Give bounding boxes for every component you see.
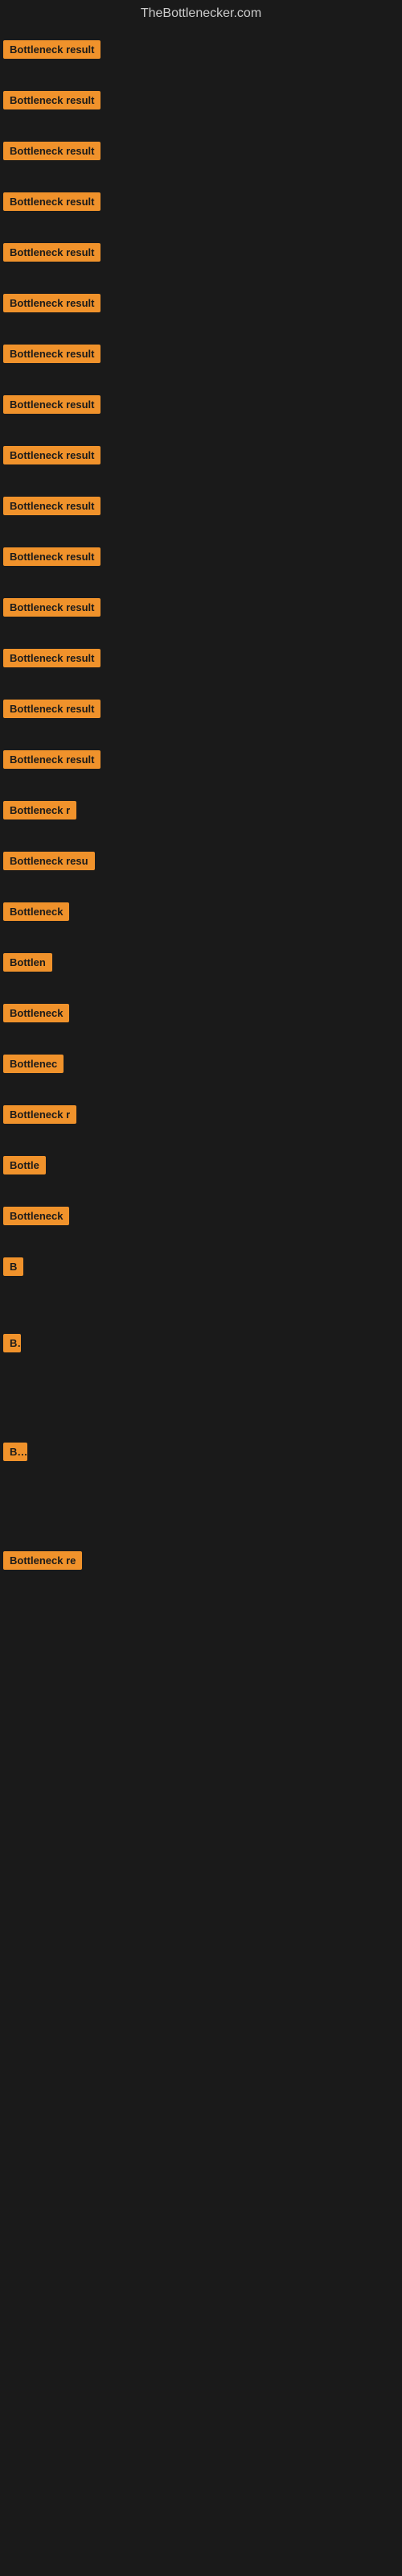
bottleneck-row-20: Bottleneck [0,999,402,1027]
bottleneck-badge-13[interactable]: Bottleneck result [3,649,100,667]
site-title: TheBottlenecker.com [0,0,402,27]
bottleneck-badge-8[interactable]: Bottleneck result [3,395,100,414]
bottleneck-badge-26[interactable]: B [3,1334,21,1352]
bottleneck-row-27: Bo [0,1438,402,1466]
bottleneck-badge-28[interactable]: Bottleneck re [3,1551,82,1570]
bottleneck-row-9: Bottleneck result [0,441,402,469]
bottleneck-badge-17[interactable]: Bottleneck resu [3,852,95,870]
bottleneck-badge-9[interactable]: Bottleneck result [3,446,100,464]
page-container: TheBottlenecker.com Bottleneck resultBot… [0,0,402,1575]
bottleneck-row-15: Bottleneck result [0,745,402,774]
bottleneck-row-17: Bottleneck resu [0,847,402,875]
bottleneck-badge-5[interactable]: Bottleneck result [3,243,100,262]
bottleneck-row-11: Bottleneck result [0,543,402,571]
bottleneck-row-16: Bottleneck r [0,796,402,824]
bottleneck-row-7: Bottleneck result [0,340,402,368]
bottleneck-row-21: Bottlenec [0,1050,402,1078]
rows-container: Bottleneck result Bottleneck result Bottle… [0,35,402,1575]
bottleneck-badge-6[interactable]: Bottleneck result [3,294,100,312]
bottleneck-row-6: Bottleneck result [0,289,402,317]
bottleneck-badge-4[interactable]: Bottleneck result [3,192,100,211]
bottleneck-row-23: Bottle [0,1151,402,1179]
bottleneck-badge-20[interactable]: Bottleneck [3,1004,69,1022]
bottleneck-badge-19[interactable]: Bottlen [3,953,52,972]
bottleneck-row-12: Bottleneck result [0,593,402,621]
bottleneck-badge-14[interactable]: Bottleneck result [3,700,100,718]
bottleneck-row-4: Bottleneck result [0,188,402,216]
bottleneck-badge-21[interactable]: Bottlenec [3,1055,64,1073]
bottleneck-badge-3[interactable]: Bottleneck result [3,142,100,160]
bottleneck-badge-22[interactable]: Bottleneck r [3,1105,76,1124]
bottleneck-badge-7[interactable]: Bottleneck result [3,345,100,363]
bottleneck-row-2: Bottleneck result [0,86,402,114]
bottleneck-row-5: Bottleneck result [0,238,402,266]
bottleneck-row-24: Bottleneck [0,1202,402,1230]
bottleneck-badge-18[interactable]: Bottleneck [3,902,69,921]
bottleneck-badge-23[interactable]: Bottle [3,1156,46,1174]
bottleneck-row-18: Bottleneck [0,898,402,926]
bottleneck-badge-25[interactable]: B [3,1257,23,1276]
bottleneck-row-28: Bottleneck re [0,1546,402,1575]
bottleneck-row-26: B [0,1329,402,1357]
bottleneck-badge-11[interactable]: Bottleneck result [3,547,100,566]
bottleneck-row-14: Bottleneck result [0,695,402,723]
bottleneck-badge-1[interactable]: Bottleneck result [3,40,100,59]
bottleneck-badge-15[interactable]: Bottleneck result [3,750,100,769]
bottleneck-row-8: Bottleneck result [0,390,402,419]
bottleneck-badge-12[interactable]: Bottleneck result [3,598,100,617]
bottleneck-row-3: Bottleneck result [0,137,402,165]
bottleneck-row-13: Bottleneck result [0,644,402,672]
bottleneck-row-22: Bottleneck r [0,1100,402,1129]
bottleneck-row-10: Bottleneck result [0,492,402,520]
bottleneck-row-25: B [0,1253,402,1281]
bottleneck-row-19: Bottlen [0,948,402,976]
bottleneck-badge-27[interactable]: Bo [3,1443,27,1461]
bottleneck-badge-24[interactable]: Bottleneck [3,1207,69,1225]
bottleneck-badge-10[interactable]: Bottleneck result [3,497,100,515]
bottleneck-badge-16[interactable]: Bottleneck r [3,801,76,819]
bottleneck-badge-2[interactable]: Bottleneck result [3,91,100,109]
bottleneck-row-1: Bottleneck result [0,35,402,64]
